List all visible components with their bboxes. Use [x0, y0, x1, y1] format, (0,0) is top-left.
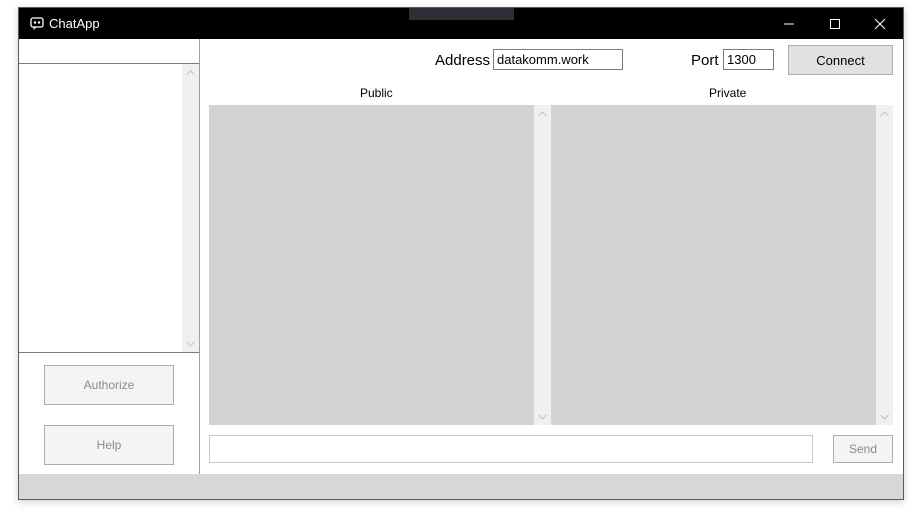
- port-input[interactable]: 1300: [723, 49, 774, 70]
- maximize-icon: [830, 18, 840, 29]
- message-input[interactable]: [209, 435, 813, 463]
- public-chat-scrollbar[interactable]: [534, 105, 551, 425]
- maximize-button[interactable]: [812, 8, 858, 39]
- public-label: Public: [360, 86, 393, 100]
- username-field[interactable]: [19, 39, 199, 64]
- status-bar: [19, 474, 903, 499]
- private-chat-scrollbar[interactable]: [876, 105, 893, 425]
- chevron-up-icon: [880, 110, 889, 116]
- public-chat-box[interactable]: [209, 105, 534, 425]
- scroll-down-button[interactable]: [182, 335, 199, 352]
- help-button[interactable]: Help: [44, 425, 174, 465]
- close-button[interactable]: [857, 8, 903, 39]
- chevron-down-icon: [880, 414, 889, 420]
- scroll-up-button[interactable]: [876, 105, 893, 122]
- chevron-up-icon: [538, 110, 547, 116]
- send-button[interactable]: Send: [833, 435, 893, 463]
- scroll-down-button[interactable]: [534, 408, 551, 425]
- private-label: Private: [709, 86, 747, 100]
- users-list[interactable]: [19, 64, 199, 353]
- chevron-up-icon: [186, 69, 195, 75]
- title-tab: [409, 8, 514, 20]
- chatapp-window: ChatApp Authorize Help Address datakomm.…: [18, 7, 904, 500]
- chevron-down-icon: [186, 341, 195, 347]
- scroll-up-button[interactable]: [534, 105, 551, 122]
- title-bar[interactable]: ChatApp: [19, 8, 903, 39]
- app-icon: [30, 17, 44, 30]
- minimize-icon: [784, 23, 794, 24]
- chevron-down-icon: [538, 414, 547, 420]
- address-input[interactable]: datakomm.work: [493, 49, 623, 70]
- connect-button[interactable]: Connect: [788, 45, 893, 75]
- minimize-button[interactable]: [766, 8, 812, 39]
- address-label: Address: [435, 52, 491, 69]
- scroll-up-button[interactable]: [182, 64, 199, 81]
- scroll-down-button[interactable]: [876, 408, 893, 425]
- users-list-scrollbar[interactable]: [182, 64, 199, 352]
- private-chat-box[interactable]: [551, 105, 876, 425]
- close-icon: [874, 18, 886, 29]
- window-title: ChatApp: [49, 16, 100, 31]
- left-panel: Authorize Help: [19, 39, 200, 474]
- authorize-button[interactable]: Authorize: [44, 365, 174, 405]
- port-label: Port: [691, 52, 719, 69]
